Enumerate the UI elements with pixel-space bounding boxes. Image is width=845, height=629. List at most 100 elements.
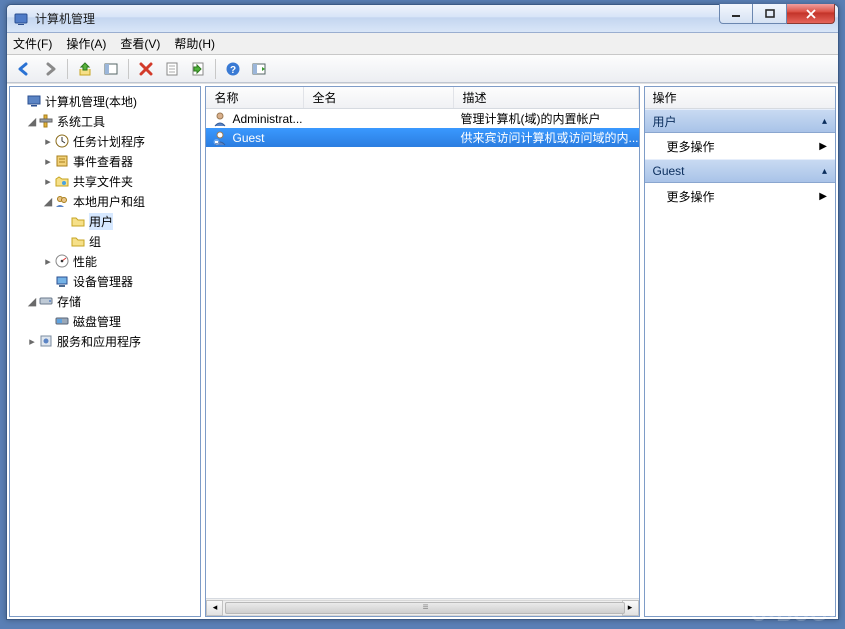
scroll-left-icon[interactable]: ◂ xyxy=(206,600,223,616)
toolbar-separator xyxy=(67,59,68,79)
tree-label: 组 xyxy=(89,233,101,250)
list-row[interactable]: Administrat...管理计算机(域)的内置帐户 xyxy=(206,109,638,128)
tree-pane: 计算机管理(本地) ◢ 系统工具 ▸ 任务计划程序 ▸ 事件查看器 xyxy=(9,86,201,617)
expander-icon[interactable]: ▸ xyxy=(42,135,54,148)
menu-help[interactable]: 帮助(H) xyxy=(174,35,215,52)
titlebar[interactable]: 计算机管理 xyxy=(7,5,838,33)
computer-icon xyxy=(26,93,42,109)
tree-label: 事件查看器 xyxy=(73,153,133,170)
maximize-button[interactable] xyxy=(753,4,787,24)
up-one-level-button[interactable] xyxy=(74,58,96,80)
col-description[interactable]: 描述 xyxy=(454,87,638,108)
actions-pane: 操作 用户▴更多操作▶Guest▴更多操作▶ xyxy=(644,86,836,617)
svg-text:?: ? xyxy=(230,65,236,76)
expander-icon[interactable]: ▸ xyxy=(26,335,38,348)
tree-label: 性能 xyxy=(73,253,97,270)
properties-button[interactable] xyxy=(161,58,183,80)
tree-system-tools[interactable]: ◢ 系统工具 xyxy=(12,111,198,131)
action-item[interactable]: 更多操作 ▶ xyxy=(645,183,835,209)
horizontal-scrollbar[interactable]: ◂ ▸ xyxy=(206,598,638,616)
menu-view[interactable]: 查看(V) xyxy=(120,35,160,52)
chevron-up-icon: ▴ xyxy=(822,116,827,127)
users-groups-icon xyxy=(54,193,70,209)
col-fullname[interactable]: 全名 xyxy=(304,87,454,108)
tree-label: 任务计划程序 xyxy=(73,133,145,150)
column-headers: 名称 全名 描述 xyxy=(206,87,638,109)
list-row[interactable]: Guest 供来宾访问计算机或访问域的内... xyxy=(206,128,638,147)
expander-icon[interactable]: ▸ xyxy=(42,255,54,268)
watermark: U•BUG• xyxy=(751,601,837,627)
action-item-label: 更多操作 xyxy=(667,188,715,205)
nav-tree: 计算机管理(本地) ◢ 系统工具 ▸ 任务计划程序 ▸ 事件查看器 xyxy=(10,87,200,616)
tree-label: 本地用户和组 xyxy=(73,193,145,210)
tree-disk-management[interactable]: 磁盘管理 xyxy=(12,311,198,331)
tree-event-viewer[interactable]: ▸ 事件查看器 xyxy=(12,151,198,171)
list-pane: 名称 全名 描述 Administrat...管理计算机(域)的内置帐户Gues… xyxy=(205,86,639,617)
app-icon xyxy=(13,11,29,27)
expander-icon[interactable]: ◢ xyxy=(26,295,38,308)
tree-root[interactable]: 计算机管理(本地) xyxy=(12,91,198,111)
toolbar: ? xyxy=(7,55,838,83)
expander-icon[interactable]: ◢ xyxy=(26,115,38,128)
action-section-header[interactable]: 用户▴ xyxy=(645,109,835,133)
tree-storage[interactable]: ◢ 存储 xyxy=(12,291,198,311)
device-manager-icon xyxy=(54,273,70,289)
minimize-button[interactable] xyxy=(719,4,753,24)
cell-description: 供来宾访问计算机或访问域的内... xyxy=(454,129,638,146)
back-button[interactable] xyxy=(13,58,35,80)
forward-button[interactable] xyxy=(39,58,61,80)
cell-description: 管理计算机(域)的内置帐户 xyxy=(454,110,638,127)
scroll-thumb[interactable] xyxy=(225,602,625,614)
expander-icon[interactable]: ▸ xyxy=(42,175,54,188)
scroll-track[interactable] xyxy=(223,600,621,616)
menu-action[interactable]: 操作(A) xyxy=(66,35,106,52)
refresh-button[interactable] xyxy=(248,58,270,80)
action-item[interactable]: 更多操作▶ xyxy=(645,133,835,159)
expander-icon[interactable]: ◢ xyxy=(42,195,54,208)
tools-icon xyxy=(38,113,54,129)
list-body[interactable]: Administrat...管理计算机(域)的内置帐户 Guest 供来宾访问计算机… xyxy=(206,109,638,598)
tree-device-manager[interactable]: 设备管理器 xyxy=(12,271,198,291)
actions-header: 操作 xyxy=(645,87,835,109)
content-area: 计算机管理(本地) ◢ 系统工具 ▸ 任务计划程序 ▸ 事件查看器 xyxy=(7,83,838,619)
tree-label: 服务和应用程序 xyxy=(57,333,141,350)
export-list-button[interactable] xyxy=(187,58,209,80)
event-viewer-icon xyxy=(54,153,70,169)
tree-label: 存储 xyxy=(57,293,81,310)
help-button[interactable]: ? xyxy=(222,58,244,80)
menu-file[interactable]: 文件(F) xyxy=(13,35,52,52)
expander-icon[interactable]: ▸ xyxy=(42,155,54,168)
chevron-up-icon: ▴ xyxy=(822,166,827,177)
tree-performance[interactable]: ▸ 性能 xyxy=(12,251,198,271)
toolbar-separator xyxy=(128,59,129,79)
chevron-right-icon: ▶ xyxy=(819,191,827,202)
menubar: 文件(F) 操作(A) 查看(V) 帮助(H) xyxy=(7,33,838,55)
window-title: 计算机管理 xyxy=(35,10,95,27)
clock-icon xyxy=(54,133,70,149)
tree-groups[interactable]: 组 xyxy=(12,231,198,251)
tree-users[interactable]: 用户 xyxy=(12,211,198,231)
window-controls xyxy=(719,5,838,32)
tree-label: 共享文件夹 xyxy=(73,173,133,190)
action-section-title: Guest xyxy=(653,164,685,178)
services-icon xyxy=(38,333,54,349)
performance-icon xyxy=(54,253,70,269)
tree-local-users-groups[interactable]: ◢ 本地用户和组 xyxy=(12,191,198,211)
action-section-header[interactable]: Guest ▴ xyxy=(645,159,835,183)
delete-button[interactable] xyxy=(135,58,157,80)
tree-task-scheduler[interactable]: ▸ 任务计划程序 xyxy=(12,131,198,151)
close-button[interactable] xyxy=(787,4,835,24)
col-name[interactable]: 名称 xyxy=(206,87,304,108)
show-hide-tree-button[interactable] xyxy=(100,58,122,80)
tree-services-apps[interactable]: ▸ 服务和应用程序 xyxy=(12,331,198,351)
tree-label: 用户 xyxy=(89,213,113,230)
disk-icon xyxy=(54,313,70,329)
tree-label: 磁盘管理 xyxy=(73,313,121,330)
user-icon xyxy=(212,130,228,146)
tree-shared-folders[interactable]: ▸ 共享文件夹 xyxy=(12,171,198,191)
shared-folder-icon xyxy=(54,173,70,189)
cell-name: Guest xyxy=(232,131,264,145)
folder-icon xyxy=(70,233,86,249)
tree-label: 设备管理器 xyxy=(73,273,133,290)
storage-icon xyxy=(38,293,54,309)
